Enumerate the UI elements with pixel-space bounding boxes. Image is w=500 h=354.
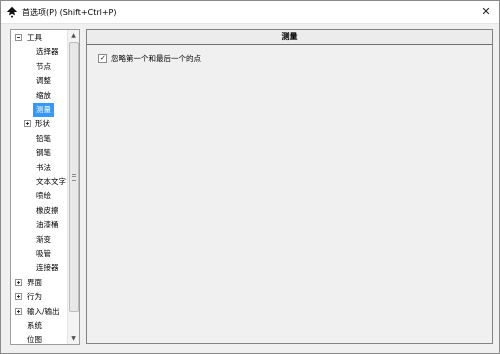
collapse-icon[interactable] xyxy=(15,34,22,41)
tree-item[interactable]: 工具 xyxy=(11,31,67,45)
tree-item-label: 书法 xyxy=(36,162,51,172)
tree-item-label: 位图 xyxy=(27,335,42,344)
preferences-tree: 工具选择器节点调整缩放测量形状铅笔钢笔书法文本文字喷绘橡皮擦油漆桶渐变吸管连接器… xyxy=(10,29,80,345)
tree-item[interactable]: 缩放 xyxy=(11,89,67,103)
tree-item-label: 输入/输出 xyxy=(27,306,60,316)
tree-item[interactable]: 喷绘 xyxy=(11,189,67,203)
expand-icon[interactable] xyxy=(15,307,22,315)
close-icon: ✕ xyxy=(481,5,491,18)
tree-item[interactable]: 油漆桶 xyxy=(11,218,67,232)
panel-header: 测量 xyxy=(87,30,492,45)
tree-item-label: 选择器 xyxy=(36,47,59,57)
tree-item-label: 铅笔 xyxy=(36,133,51,143)
scroll-down-button[interactable]: ▼ xyxy=(68,333,79,344)
tree-item[interactable]: 钢笔 xyxy=(11,146,67,160)
expand-icon[interactable] xyxy=(24,120,31,128)
tree-item-label: 测量 xyxy=(33,103,54,117)
settings-panel: 测量 ✓ 忽略第一个和最后一个的点 xyxy=(86,29,493,344)
tree-item[interactable]: 输入/输出 xyxy=(11,305,67,319)
tree-item-label: 节点 xyxy=(36,61,51,71)
tree-item-label: 界面 xyxy=(27,277,42,287)
tree-item[interactable]: 吸管 xyxy=(11,247,67,261)
tree-item-label: 行为 xyxy=(27,292,42,302)
window-title: 首选项(P) (Shift+Ctrl+P) xyxy=(22,8,117,17)
tree-item[interactable]: 橡皮擦 xyxy=(11,204,67,218)
tree-item[interactable]: 测量 xyxy=(11,103,67,117)
tree-item[interactable]: 书法 xyxy=(11,161,67,175)
checkmark-icon: ✓ xyxy=(100,54,106,62)
preferences-dialog: 首选项(P) (Shift+Ctrl+P) ✕ 工具 选择器 节点 调整 缩放 测量 形状铅… xyxy=(0,0,500,354)
tree-item[interactable]: 位图 xyxy=(11,333,67,344)
ignore-first-last-points-checkbox[interactable]: ✓ xyxy=(98,54,107,63)
tree-item[interactable]: 选择器 xyxy=(11,45,67,59)
scroll-thumb[interactable] xyxy=(69,42,79,312)
tree-list: 工具选择器节点调整缩放测量形状铅笔钢笔书法文本文字喷绘橡皮擦油漆桶渐变吸管连接器… xyxy=(11,30,67,344)
expand-icon[interactable] xyxy=(15,293,22,301)
close-button[interactable]: ✕ xyxy=(479,5,493,19)
tree-item[interactable]: 节点 xyxy=(11,60,67,74)
checkbox-label: 忽略第一个和最后一个的点 xyxy=(111,54,201,63)
tree-item[interactable]: 系统 xyxy=(11,319,67,333)
tree-item[interactable]: 文本文字 xyxy=(11,175,67,189)
tree-item[interactable]: 渐变 xyxy=(11,233,67,247)
tree-item-label: 钢笔 xyxy=(36,148,51,158)
tree-item-label: 连接器 xyxy=(36,263,59,273)
expand-icon[interactable] xyxy=(15,278,22,286)
tree-item[interactable]: 连接器 xyxy=(11,261,67,275)
tree-item-label: 橡皮擦 xyxy=(36,205,59,215)
tree-item-label: 油漆桶 xyxy=(36,220,59,230)
scroll-grip-icon xyxy=(72,174,76,181)
scroll-up-button[interactable]: ▲ xyxy=(68,30,79,41)
tree-scrollbar[interactable]: ▲ ▼ xyxy=(67,30,79,344)
tree-item[interactable]: 行为 xyxy=(11,290,67,304)
tree-item[interactable]: 界面 xyxy=(11,276,67,290)
title-bar[interactable]: 首选项(P) (Shift+Ctrl+P) ✕ xyxy=(1,1,499,24)
tree-item[interactable]: 形状 xyxy=(11,117,67,131)
tree-item-label: 渐变 xyxy=(36,234,51,244)
tree-item-label: 吸管 xyxy=(36,249,51,258)
panel-title: 测量 xyxy=(281,32,298,41)
tree-item-label: 系统 xyxy=(27,321,42,330)
tree-item-label: 文本文字 xyxy=(36,177,66,186)
inkscape-app-icon xyxy=(6,6,18,18)
tree-item[interactable]: 调整 xyxy=(11,74,67,88)
tree-item-label: 缩放 xyxy=(36,90,51,100)
tree-item-label: 工具 xyxy=(27,33,42,42)
tree-item-label: 调整 xyxy=(36,76,51,86)
tree-item[interactable]: 铅笔 xyxy=(11,132,67,146)
tree-item-label: 喷绘 xyxy=(36,191,51,201)
tree-item-label: 形状 xyxy=(35,119,50,129)
